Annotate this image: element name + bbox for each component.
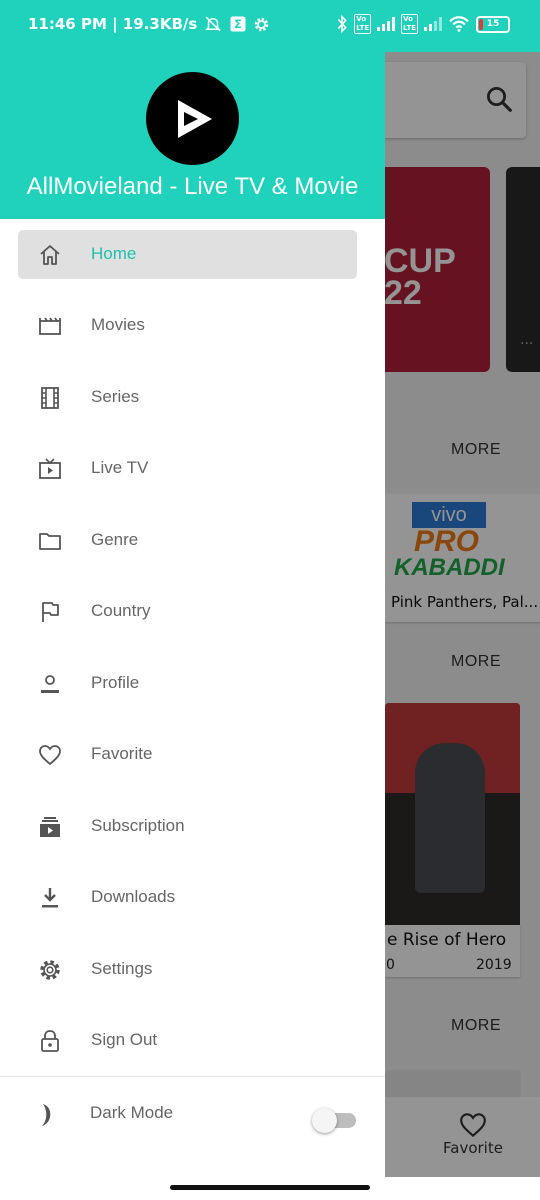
download-icon	[37, 885, 63, 911]
menu-item-series[interactable]: Series	[18, 373, 357, 422]
navigation-gesture-area	[0, 1177, 540, 1200]
tv-icon	[37, 456, 63, 482]
wifi-icon	[449, 16, 469, 32]
menu-item-sign-out[interactable]: Sign Out	[18, 1016, 357, 1065]
menu-label-favorite: Favorite	[91, 744, 153, 763]
muted-bell-icon	[205, 16, 222, 32]
menu-label-genre: Genre	[91, 530, 139, 549]
menu-item-settings[interactable]: Settings	[18, 945, 357, 994]
navigation-drawer: AllMovieland - Live TV & Movie Home Movi…	[0, 0, 385, 1177]
status-bar: 11:46 PM | 19.3KB/s Σ Vo LTE Vo LTE 15	[0, 0, 540, 52]
folder-icon	[37, 528, 63, 554]
menu-label-downloads: Downloads	[91, 887, 176, 906]
menu-label-settings: Settings	[91, 959, 153, 978]
menu-label-home: Home	[91, 244, 137, 263]
menu-item-country[interactable]: Country	[18, 587, 357, 636]
menu-label-series: Series	[91, 387, 140, 406]
volte-icon-2: Vo LTE	[401, 14, 418, 34]
moon-icon	[42, 1104, 51, 1126]
menu-item-live-tv[interactable]: Live TV	[18, 444, 357, 493]
gesture-bar[interactable]	[170, 1185, 370, 1190]
status-left: 11:46 PM | 19.3KB/s Σ	[28, 15, 270, 33]
menu-label-movies: Movies	[91, 315, 145, 334]
subscriptions-icon	[37, 814, 63, 840]
menu-label-live-tv: Live TV	[91, 458, 149, 477]
svg-text:Σ: Σ	[234, 18, 242, 31]
bluetooth-icon	[338, 15, 347, 33]
menu-item-subscription[interactable]: Subscription	[18, 802, 357, 851]
menu-item-profile[interactable]: Profile	[18, 659, 357, 708]
status-time-speed: 11:46 PM | 19.3KB/s	[28, 15, 198, 33]
dark-mode-row: Dark Mode	[0, 1090, 385, 1140]
volte-icon: Vo LTE	[354, 14, 372, 34]
menu-label-country: Country	[91, 601, 151, 620]
home-icon	[37, 242, 63, 268]
battery-icon: 15	[476, 15, 510, 33]
menu-label-subscription: Subscription	[91, 816, 185, 835]
gear-icon	[255, 17, 269, 31]
flag-icon	[37, 599, 63, 625]
menu-label-sign-out: Sign Out	[91, 1030, 158, 1049]
menu-item-movies[interactable]: Movies	[18, 301, 357, 350]
gear-icon	[37, 957, 63, 983]
sim-app-icon: Σ	[230, 16, 246, 32]
toggle-thumb	[312, 1108, 337, 1133]
battery-percent: 15	[486, 18, 500, 29]
menu-item-genre[interactable]: Genre	[18, 516, 357, 565]
menu-item-downloads[interactable]: Downloads	[18, 873, 357, 922]
play-logo-icon	[177, 99, 212, 138]
app-name: AllMovieland - Live TV & Movie	[26, 173, 359, 200]
menu-item-home[interactable]: Home	[18, 230, 357, 279]
film-strip-icon	[37, 385, 63, 411]
person-icon	[37, 671, 63, 697]
menu-item-favorite[interactable]: Favorite	[18, 730, 357, 779]
app-logo	[146, 72, 239, 165]
drawer-divider	[0, 1076, 385, 1077]
heart-icon	[37, 742, 63, 768]
clapperboard-icon	[37, 313, 63, 339]
lock-icon	[37, 1028, 63, 1054]
status-right: Vo LTE Vo LTE 15	[336, 14, 510, 34]
dark-mode-toggle[interactable]	[312, 1108, 356, 1133]
dark-mode-label: Dark Mode	[90, 1103, 174, 1122]
signal-icon	[377, 17, 396, 31]
menu-label-profile: Profile	[91, 673, 140, 692]
signal-icon-2	[424, 17, 442, 31]
